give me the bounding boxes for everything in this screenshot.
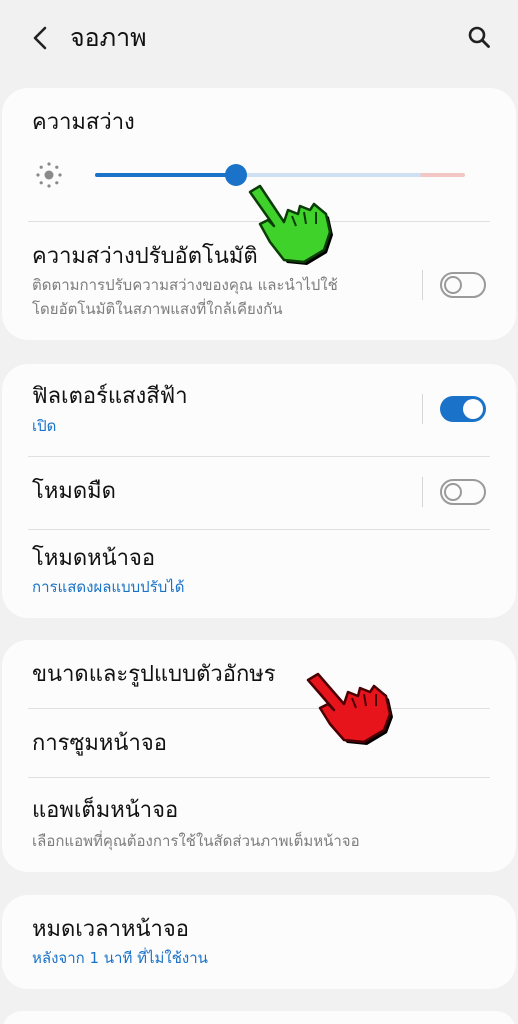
screen-timeout-card: หมดเวลาหน้าจอ หลังจาก 1 นาที ที่ไม่ใช้งา… bbox=[2, 895, 516, 989]
display-options-card: ฟิลเตอร์แสงสีฟ้า เปิด โหมดมืด โหมดหน้าจอ… bbox=[2, 364, 516, 618]
screen-timeout-title: หมดเวลาหน้าจอ bbox=[32, 917, 189, 942]
blue-light-filter-status: เปิด bbox=[32, 417, 57, 435]
blue-light-filter-row[interactable]: ฟิลเตอร์แสงสีฟ้า เปิด bbox=[2, 364, 516, 456]
screen-mode-row[interactable]: โหมดหน้าจอ การแสดงผลแบบปรับได้ bbox=[2, 530, 516, 618]
font-zoom-card: ขนาดและรูปแบบตัวอักษร การซูมหน้าจอ แอพเต… bbox=[2, 640, 516, 872]
screen-zoom-row[interactable]: การซูมหน้าจอ bbox=[2, 709, 516, 777]
screen-mode-title: โหมดหน้าจอ bbox=[32, 546, 156, 571]
blue-light-filter-switch[interactable] bbox=[440, 396, 486, 422]
blue-light-filter-title: ฟิลเตอร์แสงสีฟ้า bbox=[32, 384, 188, 409]
separator bbox=[422, 394, 423, 424]
font-size-style-row[interactable]: ขนาดและรูปแบบตัวอักษร bbox=[2, 640, 516, 708]
screen-timeout-value: หลังจาก 1 นาที ที่ไม่ใช้งาน bbox=[32, 949, 208, 967]
dark-mode-row[interactable]: โหมดมืด bbox=[2, 457, 516, 529]
adaptive-brightness-title: ความสว่างปรับอัตโนมัติ bbox=[32, 244, 258, 269]
switch-knob bbox=[444, 483, 462, 501]
red-hand-pointer-icon bbox=[300, 666, 396, 756]
chevron-left-icon[interactable] bbox=[28, 24, 52, 52]
screen-mode-value: การแสดงผลแบบปรับได้ bbox=[32, 578, 185, 596]
full-screen-apps-title: แอพเต็มหน้าจอ bbox=[32, 798, 179, 823]
dark-mode-switch[interactable] bbox=[440, 479, 486, 505]
adaptive-brightness-desc-line1: ติดตามการปรับความสว่างของคุณ และนำไปใช้ bbox=[32, 276, 338, 294]
separator bbox=[422, 270, 423, 300]
font-size-style-title: ขนาดและรูปแบบตัวอักษร bbox=[32, 662, 276, 687]
display-settings-screen: จอภาพ ความสว่าง ความสว่างปรับอัตโนมัติ ต… bbox=[0, 0, 518, 1024]
switch-knob bbox=[444, 276, 462, 294]
switch-knob bbox=[463, 399, 483, 419]
page-title: จอภาพ bbox=[70, 23, 147, 52]
search-icon[interactable] bbox=[464, 22, 494, 52]
brightness-title: ความสว่าง bbox=[32, 110, 135, 135]
sun-icon bbox=[34, 160, 64, 190]
screen-zoom-title: การซูมหน้าจอ bbox=[32, 731, 167, 756]
separator bbox=[422, 477, 423, 507]
screen-timeout-row[interactable]: หมดเวลาหน้าจอ หลังจาก 1 นาที ที่ไม่ใช้งา… bbox=[2, 895, 516, 989]
next-settings-card bbox=[2, 1011, 516, 1024]
app-bar: จอภาพ bbox=[0, 0, 518, 78]
full-screen-apps-desc: เลือกแอพที่คุณต้องการใช้ในสัดส่วนภาพเต็ม… bbox=[32, 832, 360, 850]
dark-mode-title: โหมดมืด bbox=[32, 479, 116, 504]
green-hand-pointer-icon bbox=[240, 180, 336, 276]
full-screen-apps-row[interactable]: แอพเต็มหน้าจอ เลือกแอพที่คุณต้องการใช้ใน… bbox=[2, 778, 516, 872]
adaptive-brightness-desc-line2: โดยอัตโนมัติในสภาพแสงที่ใกล้เคียงกัน bbox=[32, 300, 283, 318]
adaptive-brightness-switch[interactable] bbox=[440, 272, 486, 298]
slider-fill bbox=[95, 173, 236, 177]
